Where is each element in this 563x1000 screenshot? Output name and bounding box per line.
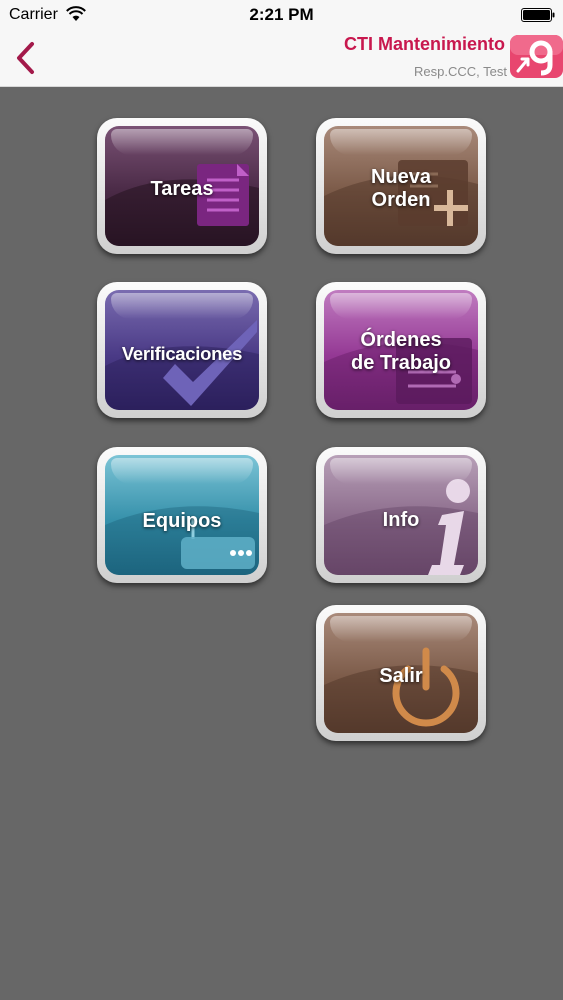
tile-gloss [330, 458, 472, 484]
tile-gloss [330, 293, 472, 319]
menu-tile-info[interactable]: Info [316, 447, 486, 583]
menu-tile-salir[interactable]: Salir [316, 605, 486, 741]
menu-tile-verificaciones[interactable]: Verificaciones [97, 282, 267, 418]
tile-label: Info [382, 509, 420, 531]
tile-label: Equipos [142, 510, 222, 532]
app-title: CTI Mantenimiento [344, 34, 505, 54]
clock: 2:21 PM [249, 5, 314, 24]
tile-gloss [111, 293, 253, 319]
menu-tile-tareas[interactable]: Tareas [97, 118, 267, 254]
navigation-bar: CTI Mantenimiento Resp.CCC, Test [0, 30, 563, 87]
tile-gloss [330, 129, 472, 155]
tile-label: Órdenes de Trabajo [350, 329, 452, 374]
user-subtitle: Resp.CCC, Test [414, 64, 507, 79]
tile-gloss [111, 129, 253, 155]
back-button[interactable] [10, 38, 40, 78]
tile-gloss [330, 616, 472, 642]
tile-gloss [111, 458, 253, 484]
tile-label: Nueva Orden [370, 166, 432, 211]
tile-label: Tareas [150, 178, 214, 200]
menu-tile-ordenes-de-trabajo[interactable]: Órdenes de Trabajo [316, 282, 486, 418]
checkmark-icon [163, 320, 257, 406]
battery-icon [521, 8, 555, 22]
menu-tile-nueva-orden[interactable]: Nueva Orden [316, 118, 486, 254]
menu-tile-equipos[interactable]: Equipos [97, 447, 267, 583]
power-icon [392, 647, 460, 727]
app-logo [510, 35, 563, 78]
status-bar: Carrier 2:21 PM [0, 0, 563, 30]
tile-label: Verificaciones [121, 343, 243, 364]
tile-label: Salir [379, 665, 423, 687]
